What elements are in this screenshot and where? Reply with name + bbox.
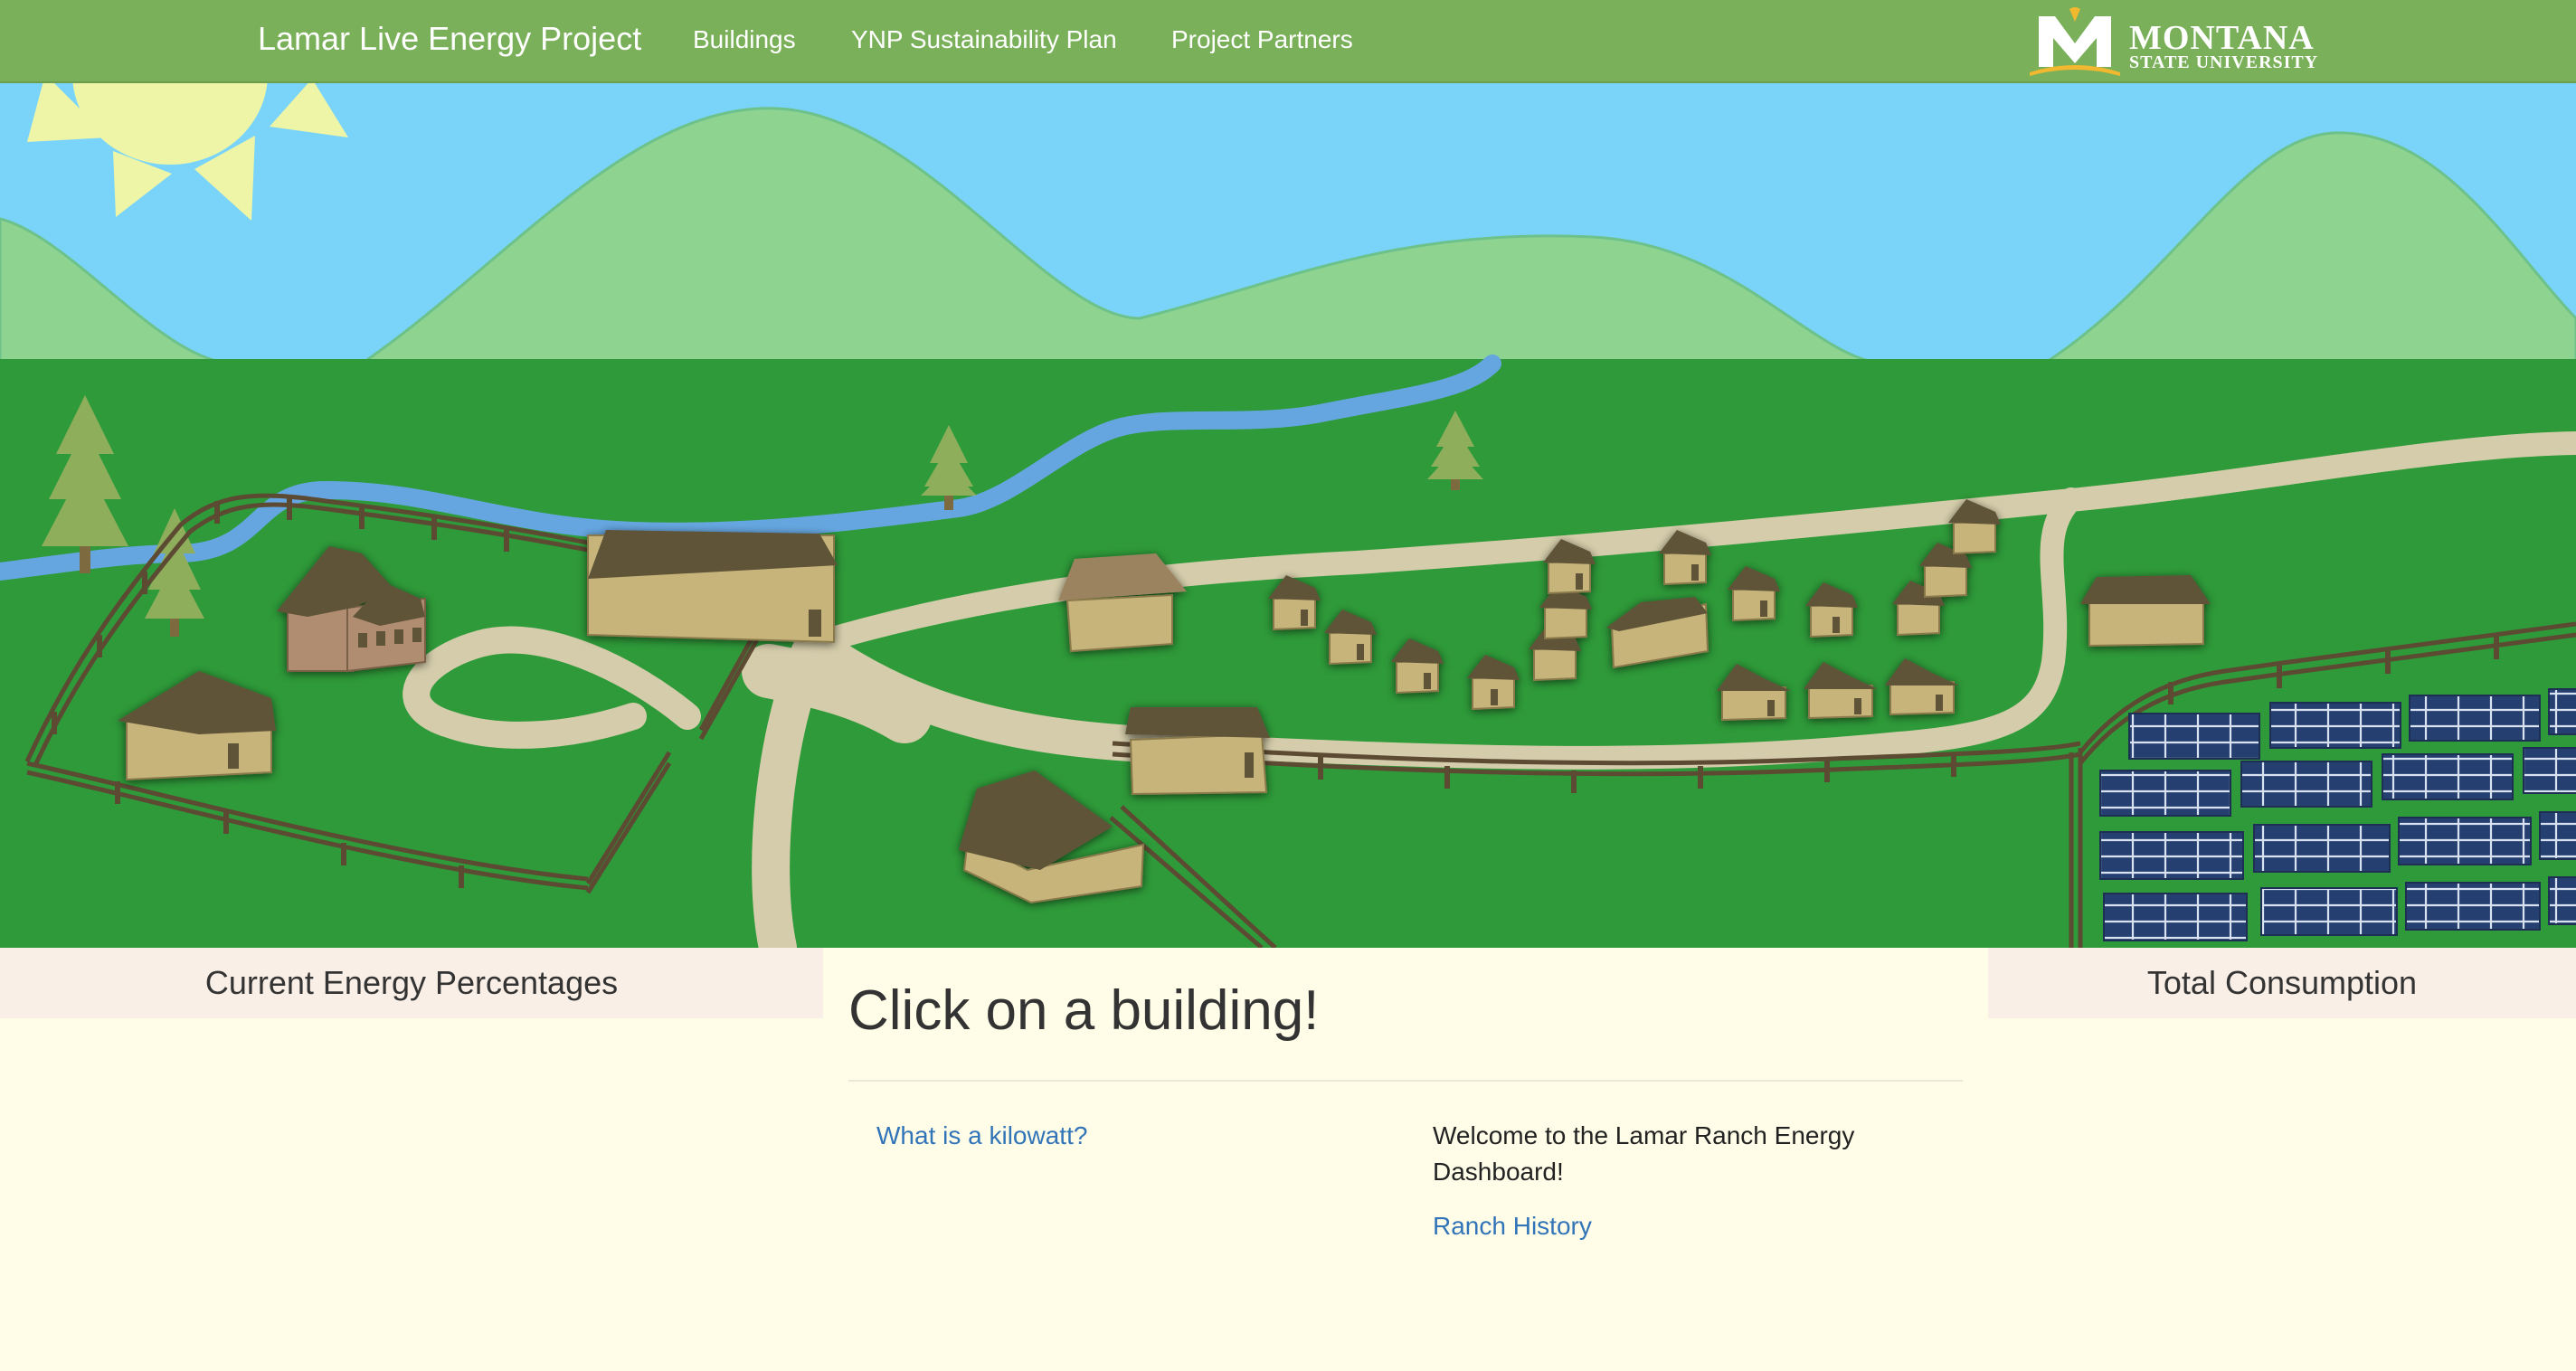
building-lodge[interactable] <box>1125 707 1270 796</box>
logo-secondary-text: STATE UNIVERSITY <box>2129 52 2319 72</box>
total-consumption-header: Total Consumption <box>1988 948 2576 1018</box>
ranch-history-link[interactable]: Ranch History <box>1433 1212 1592 1241</box>
welcome-text: Welcome to the Lamar Ranch Energy Dashbo… <box>1433 1121 1855 1186</box>
what-is-kilowatt-link[interactable]: What is a kilowatt? <box>876 1121 1087 1150</box>
current-energy-percentages-header: Current Energy Percentages <box>0 948 823 1018</box>
brand-link[interactable]: Lamar Live Energy Project <box>258 20 641 58</box>
montana-state-m-icon <box>2030 7 2120 76</box>
montana-state-logo[interactable]: MONTANA STATE UNIVERSITY <box>2030 7 2328 76</box>
nav-buildings[interactable]: Buildings <box>693 25 796 54</box>
building-east[interactable] <box>2080 575 2211 648</box>
nav-project-partners[interactable]: Project Partners <box>1171 25 1353 54</box>
title-divider <box>848 1080 1963 1082</box>
building-barn-large[interactable] <box>587 530 838 644</box>
page-title: Click on a building! <box>848 979 1320 1042</box>
top-navbar: Lamar Live Energy Project Buildings YNP … <box>0 0 2576 83</box>
building-visitor-center[interactable] <box>1058 553 1187 653</box>
nav-ynp-sustainability-plan[interactable]: YNP Sustainability Plan <box>851 25 1117 54</box>
ranch-map <box>0 83 2576 948</box>
